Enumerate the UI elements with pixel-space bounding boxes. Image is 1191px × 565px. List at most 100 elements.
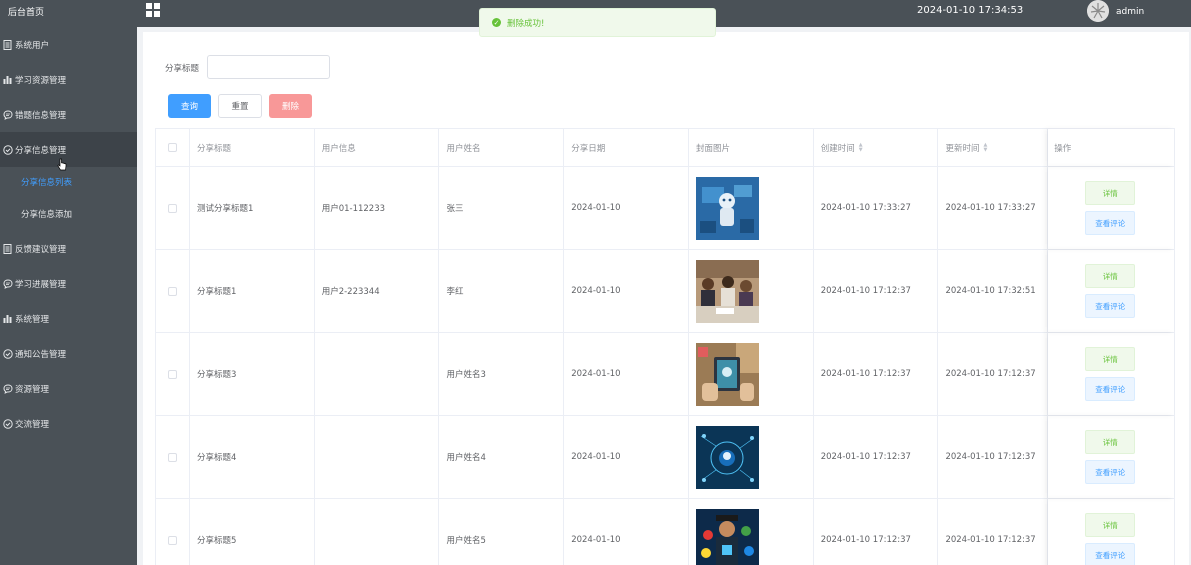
detail-button[interactable]: 详情: [1085, 430, 1136, 454]
view-comments-button[interactable]: 查看评论: [1085, 377, 1136, 401]
cover-image: [695, 176, 759, 240]
header-username[interactable]: admin: [1116, 7, 1144, 17]
cell-user-info: [315, 333, 440, 415]
cell-updated: 2024-01-10 17:12:37: [938, 333, 1049, 415]
check-circle-icon: [2, 348, 13, 359]
header-checkbox-cell: [156, 129, 190, 166]
cell-actions: 详情 查看评论: [1048, 333, 1174, 415]
sidebar-item-resources[interactable]: 资源管理: [0, 371, 137, 406]
chat-icon: [2, 109, 13, 120]
row-checkbox[interactable]: [167, 452, 177, 462]
cell-user-info: [315, 499, 440, 565]
row-checkbox[interactable]: [167, 286, 177, 296]
view-comments-button[interactable]: 查看评论: [1085, 211, 1136, 235]
sidebar-item-wrong-questions[interactable]: 错题信息管理: [0, 97, 137, 132]
check-circle-icon: [2, 144, 13, 155]
sort-caret-icon[interactable]: ▲ ▼: [983, 142, 987, 153]
sidebar-item-learning-resources[interactable]: 学习资源管理: [0, 62, 137, 97]
sidebar-subitem-share-list[interactable]: 分享信息列表: [0, 167, 137, 199]
sidebar-item-system-management[interactable]: 系统管理: [0, 301, 137, 336]
search-title-input[interactable]: [207, 55, 330, 79]
header-datetime: 2024-01-10 17:34:53: [917, 5, 1024, 16]
share-table: 分享标题 用户信息 用户姓名 分享日期 封面图片 创建时间 ▲ ▼ 更新时间 ▲ ▼ 操…: [155, 128, 1175, 565]
chat-icon: [2, 278, 13, 289]
row-checkbox[interactable]: [167, 203, 177, 213]
document-icon: [2, 39, 13, 50]
detail-button[interactable]: 详情: [1085, 181, 1136, 205]
menu-grid-icon[interactable]: [146, 3, 160, 17]
table-header-row: 分享标题 用户信息 用户姓名 分享日期 封面图片 创建时间 ▲ ▼ 更新时间 ▲ ▼ 操…: [156, 129, 1174, 167]
view-comments-button[interactable]: 查看评论: [1085, 543, 1136, 565]
delete-button[interactable]: 删除: [269, 94, 312, 118]
sidebar-item-learning-progress[interactable]: 学习进展管理: [0, 266, 137, 301]
sidebar-item-label: 资源管理: [15, 384, 50, 395]
sidebar-item-feedback[interactable]: 反馈建议管理: [0, 231, 137, 266]
chat-icon: [2, 383, 13, 394]
detail-button[interactable]: 详情: [1085, 264, 1136, 288]
sidebar-subitem-share-add[interactable]: 分享信息添加: [0, 199, 137, 231]
hand-cursor-icon: [57, 158, 67, 171]
cover-image: [695, 508, 759, 565]
cell-cover-image: [689, 416, 814, 498]
sidebar-item-system-users[interactable]: 系统用户: [0, 27, 137, 62]
sidebar: 后台首页 系统用户 学习资源管理 错题信息管理 分享信息管理 分享信息列表 分享…: [0, 0, 137, 565]
avatar-icon: [1087, 0, 1109, 22]
row-checkbox[interactable]: [167, 369, 177, 379]
cell-date: 2024-01-10: [564, 499, 689, 565]
row-checkbox-cell: [156, 250, 190, 332]
sidebar-item-share-info[interactable]: 分享信息管理: [0, 132, 137, 167]
cell-created: 2024-01-10 17:12:37: [814, 333, 939, 415]
sidebar-item-label: 反馈建议管理: [15, 244, 67, 255]
column-header: 操作: [1048, 129, 1174, 166]
sidebar-item-communication[interactable]: 交流管理: [0, 406, 137, 441]
detail-button[interactable]: 详情: [1085, 347, 1136, 371]
sidebar-item-notices[interactable]: 通知公告管理: [0, 336, 137, 371]
column-header: 用户信息: [315, 129, 440, 166]
row-checkbox-cell: [156, 499, 190, 565]
table-row: 分享标题5 用户姓名5 2024-01-10 2024-01-10 17:12:…: [156, 499, 1174, 565]
success-toast: ✓ 删除成功!: [479, 8, 716, 37]
sidebar-item-label: 通知公告管理: [15, 349, 67, 360]
document-icon: [2, 243, 13, 254]
view-comments-button[interactable]: 查看评论: [1085, 460, 1136, 484]
cell-updated: 2024-01-10 17:12:37: [938, 499, 1049, 565]
bar-chart-icon: [2, 313, 13, 324]
cell-created: 2024-01-10 17:12:37: [814, 416, 939, 498]
query-button[interactable]: 查询: [168, 94, 211, 118]
sidebar-brand-home[interactable]: 后台首页: [0, 0, 137, 27]
column-header: 封面图片: [689, 129, 814, 166]
cell-date: 2024-01-10: [564, 167, 689, 249]
sidebar-item-label: 系统用户: [15, 40, 50, 51]
cell-cover-image: [689, 250, 814, 332]
detail-button[interactable]: 详情: [1085, 513, 1136, 537]
column-header: 分享日期: [564, 129, 689, 166]
column-header-sortable[interactable]: 创建时间 ▲ ▼: [814, 129, 939, 166]
cell-user-name: 用户姓名3: [439, 333, 565, 415]
avatar[interactable]: [1087, 0, 1109, 22]
toast-message: 删除成功!: [507, 18, 545, 29]
cell-title: 分享标题1: [190, 250, 315, 332]
select-all-checkbox[interactable]: [167, 143, 177, 152]
cell-user-info: [315, 416, 440, 498]
cell-created: 2024-01-10 17:12:37: [814, 250, 939, 332]
sidebar-item-label: 学习资源管理: [15, 75, 67, 86]
row-checkbox[interactable]: [167, 535, 177, 545]
column-header-label: 创建时间: [820, 143, 855, 154]
reset-button[interactable]: 重置: [218, 94, 262, 118]
cell-user-name: 用户姓名5: [439, 499, 565, 565]
cell-user-info: 用户01-112233: [315, 167, 440, 249]
cell-actions: 详情 查看评论: [1048, 499, 1174, 565]
column-header: 用户姓名: [439, 129, 565, 166]
cell-user-name: 张三: [439, 167, 565, 249]
cover-image: [695, 259, 759, 323]
column-header-sortable[interactable]: 更新时间 ▲ ▼: [938, 129, 1049, 166]
cell-updated: 2024-01-10 17:32:51: [938, 250, 1049, 332]
column-header: 分享标题: [190, 129, 315, 166]
sort-caret-icon[interactable]: ▲ ▼: [859, 142, 863, 153]
cell-user-name: 李红: [439, 250, 565, 332]
cell-date: 2024-01-10: [564, 333, 689, 415]
cell-created: 2024-01-10 17:33:27: [814, 167, 939, 249]
view-comments-button[interactable]: 查看评论: [1085, 294, 1136, 318]
sidebar-item-label: 学习进展管理: [15, 279, 67, 290]
row-checkbox-cell: [156, 167, 190, 249]
